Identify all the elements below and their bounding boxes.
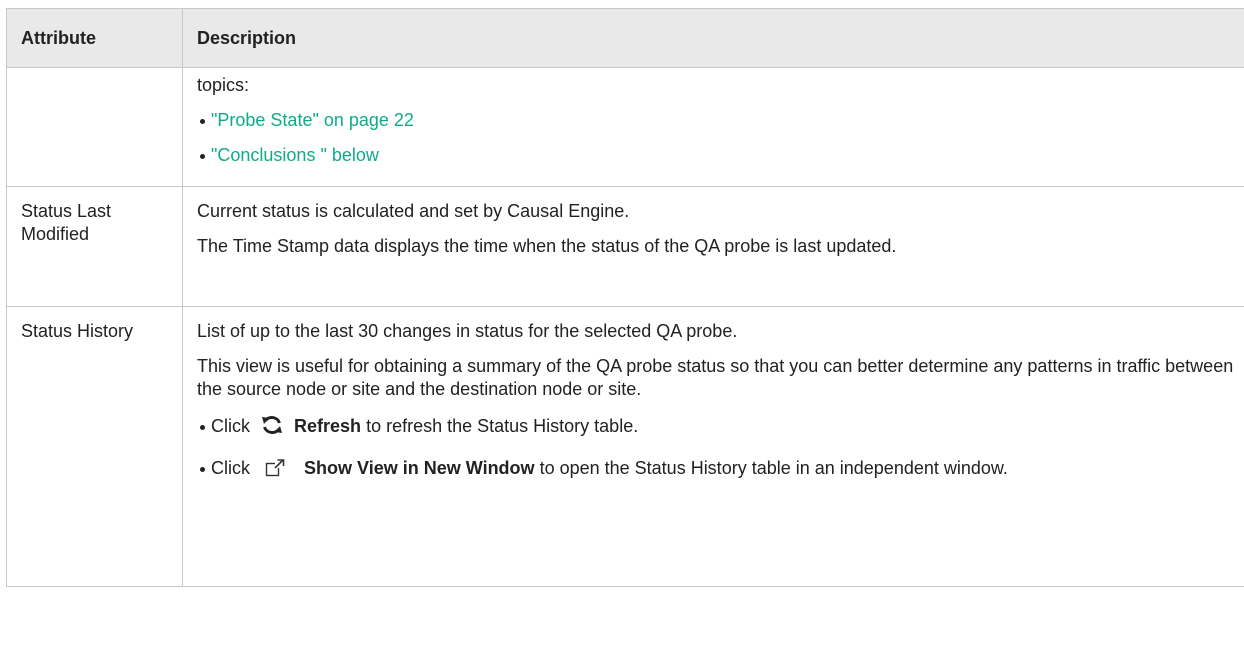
table-row: topics: "Probe State" on page 22 "Conclu… xyxy=(6,67,1244,187)
description-cell: Current status is calculated and set by … xyxy=(182,186,1244,307)
action-list: Click Refresh to refresh the Status Hist… xyxy=(197,415,1244,483)
attribute-column-header: Attribute xyxy=(6,8,183,68)
list-item: "Probe State" on page 22 xyxy=(197,109,1244,132)
click-text: Click xyxy=(211,458,250,478)
external-window-icon[interactable] xyxy=(265,459,286,483)
topic-link-list: "Probe State" on page 22 "Conclusions " … xyxy=(197,109,1244,167)
probe-state-link[interactable]: "Probe State" on page 22 xyxy=(211,110,414,130)
topics-intro: topics: xyxy=(197,75,250,95)
show-view-new-window-label: Show View in New Window xyxy=(304,458,535,478)
description-paragraph: This view is useful for obtaining a summ… xyxy=(197,356,1234,399)
refresh-description: to refresh the Status History table. xyxy=(366,416,639,436)
list-item: "Conclusions " below xyxy=(197,144,1244,167)
table-row: Status History List of up to the last 30… xyxy=(6,306,1244,587)
refresh-label: Refresh xyxy=(294,416,362,436)
attribute-cell xyxy=(6,67,183,187)
list-item: Click Show View in New Window to open th… xyxy=(197,457,1244,483)
description-cell: topics: "Probe State" on page 22 "Conclu… xyxy=(182,67,1244,187)
description-paragraph: The Time Stamp data displays the time wh… xyxy=(197,236,897,256)
attribute-cell: Status Last Modified xyxy=(6,186,183,307)
description-paragraph: Current status is calculated and set by … xyxy=(197,201,630,221)
list-item: Click Refresh to refresh the Status Hist… xyxy=(197,415,1244,441)
description-paragraph: List of up to the last 30 changes in sta… xyxy=(197,321,738,341)
conclusions-link[interactable]: "Conclusions " below xyxy=(211,145,379,165)
attribute-cell: Status History xyxy=(6,306,183,587)
attribute-table: Attribute Description topics: "Probe Sta… xyxy=(6,8,1244,587)
click-text: Click xyxy=(211,416,250,436)
new-window-description: to open the Status History table in an i… xyxy=(539,458,1008,478)
description-column-header: Description xyxy=(182,8,1244,68)
refresh-icon[interactable] xyxy=(261,415,283,441)
table-header-row: Attribute Description xyxy=(6,8,1244,68)
description-cell: List of up to the last 30 changes in sta… xyxy=(182,306,1244,587)
table-row: Status Last Modified Current status is c… xyxy=(6,186,1244,307)
